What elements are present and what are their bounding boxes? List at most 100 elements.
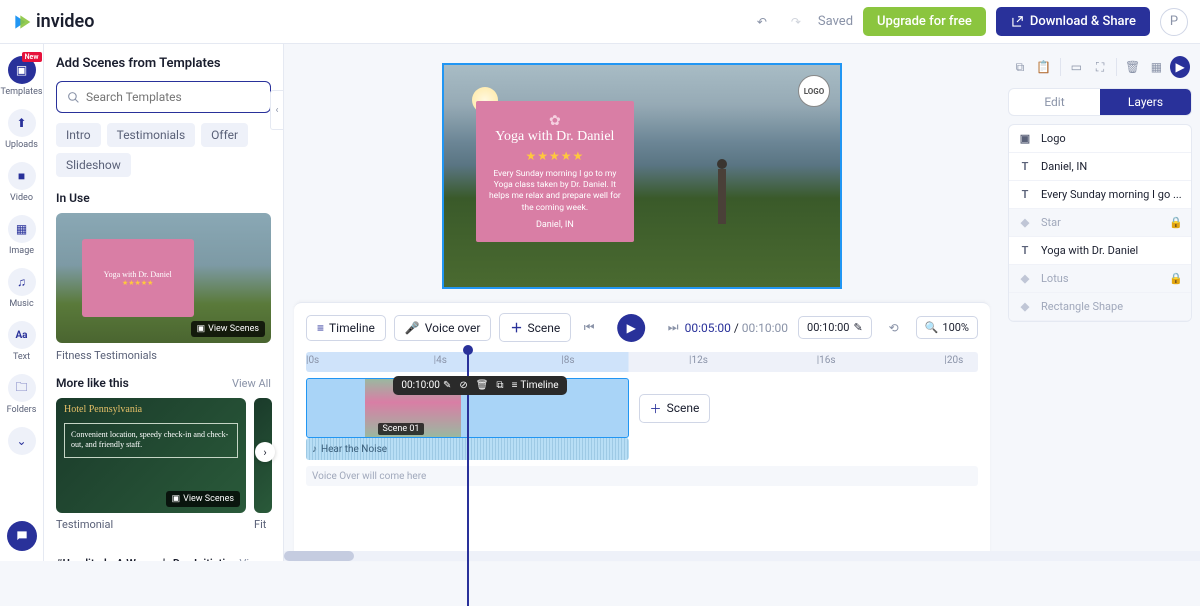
card-body: Every Sunday morning I go to my Yoga cla… (486, 169, 624, 215)
horizontal-scrollbar[interactable] (284, 551, 1200, 561)
duration-pill[interactable]: 00:10:00 ✎ (798, 316, 872, 339)
logo-layer-icon: ▣ (1017, 132, 1033, 145)
play-layer-button[interactable]: ▶ (1170, 56, 1190, 78)
next-button[interactable]: ⏭ (661, 316, 685, 340)
clip-toolbar: 00:10:00 ✎ ⊘ 🗑 ⧉ ≡ Timeline (393, 376, 566, 395)
paste-button[interactable]: 📋 (1034, 56, 1054, 78)
nav-image[interactable]: ▦Image (0, 209, 44, 262)
star-rating: ★★★★★ (486, 149, 624, 163)
hotel-quote: Convenient location, speedy check-in and… (64, 423, 238, 458)
redo-button[interactable]: ↷ (784, 10, 808, 34)
music-icon: ♫ (8, 268, 36, 296)
download-share-button[interactable]: Download & Share (996, 7, 1150, 36)
nav-video[interactable]: ■Video (0, 156, 44, 209)
in-use-heading: In Use (56, 191, 90, 205)
scroll-right-button[interactable]: › (255, 442, 275, 462)
card-overlay: Yoga with Dr. Daniel ★★★★★ (82, 239, 194, 317)
chip-offer[interactable]: Offer (201, 123, 248, 147)
person-figure (707, 159, 737, 269)
card-caption: Testimonial (56, 518, 246, 535)
zoom-pill[interactable]: 🔍 100% (916, 316, 978, 339)
upload-icon: ⬆ (8, 109, 36, 137)
align-button[interactable]: ▭ (1066, 56, 1086, 78)
layers-panel: ⧉ 📋 ▭ ⛶ 🗑 ▦ ▶ Edit Layers ▣Logo TDaniel,… (1000, 44, 1200, 561)
voiceover-button[interactable]: 🎤Voice over (394, 315, 492, 341)
clip-crop-button[interactable]: ⊘ (459, 380, 467, 391)
chevron-down-icon: ⌄ (8, 427, 36, 455)
brand-text: invideo (36, 11, 94, 32)
chip-intro[interactable]: Intro (56, 123, 101, 147)
card-caption: Fitness Testimonials (56, 349, 271, 362)
nav-music[interactable]: ♫Music (0, 262, 44, 315)
time-ruler[interactable]: |0s |4s |8s |12s |16s |20s (306, 352, 978, 372)
chip-testimonials[interactable]: Testimonials (107, 123, 196, 147)
timeline-panel: ≡Timeline 🎤Voice over ＋Scene ⏮ ▶ ⏭ 00:05… (294, 302, 990, 561)
prev-button[interactable]: ⏮ (577, 316, 601, 340)
new-badge: New (22, 52, 42, 62)
text-layer-icon: T (1017, 188, 1033, 201)
tab-edit[interactable]: Edit (1009, 89, 1100, 115)
play-button[interactable]: ▶ (617, 314, 645, 342)
chip-slideshow[interactable]: Slideshow (56, 153, 131, 177)
view-all-link[interactable]: View All (232, 377, 271, 390)
layer-daniel[interactable]: TDaniel, IN (1009, 153, 1191, 181)
loop-button[interactable]: ⟲ (882, 316, 906, 340)
grid-button[interactable]: ▦ (1147, 56, 1167, 78)
nav-templates[interactable]: New ▣ Templates (0, 50, 44, 103)
layer-yoga[interactable]: TYoga with Dr. Daniel (1009, 237, 1191, 265)
resize-button[interactable]: ⛶ (1090, 56, 1110, 78)
voiceover-track[interactable]: Voice Over will come here (306, 466, 978, 486)
image-icon: ▦ (8, 215, 36, 243)
template-card-hotel[interactable]: Hotel Pennsylvania Convenient location, … (56, 398, 246, 513)
clip-duplicate-button[interactable]: ⧉ (496, 380, 503, 391)
undo-button[interactable]: ↶ (750, 10, 774, 34)
search-icon (67, 91, 80, 104)
video-icon: ■ (8, 162, 36, 190)
view-scenes-button[interactable]: ▣ View Scenes (191, 321, 265, 337)
chat-icon (15, 529, 29, 543)
campaign-row: #Unedited - A Women's Day Initiative Vie… (56, 557, 271, 561)
copy-button[interactable]: ⧉ (1010, 56, 1030, 78)
template-card-fitness[interactable]: Yoga with Dr. Daniel ★★★★★ ▣ View Scenes (56, 213, 271, 343)
layer-star[interactable]: ◆Star🔒 (1009, 209, 1191, 237)
layer-every[interactable]: TEvery Sunday morning I go ... (1009, 181, 1191, 209)
logo-placeholder[interactable]: LOGO (798, 75, 830, 107)
clip-duration[interactable]: 00:10:00 ✎ (401, 380, 451, 391)
nav-folders[interactable]: 🗀Folders (0, 368, 44, 421)
panel-heading: Add Scenes from Templates (56, 56, 271, 71)
nav-more[interactable]: ⌄ (0, 421, 44, 461)
nav-text[interactable]: AaText (0, 315, 44, 368)
text-layer-icon: T (1017, 160, 1033, 173)
delete-button[interactable]: 🗑 (1123, 56, 1143, 78)
clip-delete-button[interactable]: 🗑 (476, 380, 489, 391)
timeline-button[interactable]: ≡Timeline (306, 315, 386, 341)
brand-logo[interactable]: invideo (12, 11, 94, 32)
search-templates[interactable] (56, 81, 271, 113)
upgrade-button[interactable]: Upgrade for free (863, 7, 986, 36)
text-icon: Aa (8, 321, 36, 349)
tab-layers[interactable]: Layers (1100, 89, 1191, 115)
video-preview[interactable]: LOGO ✿ Yoga with Dr. Daniel ★★★★★ Every … (442, 63, 842, 289)
topbar: invideo ↶ ↷ Saved Upgrade for free Downl… (0, 0, 1200, 44)
user-avatar[interactable]: P (1160, 8, 1188, 36)
add-scene-inline-button[interactable]: ＋Scene (639, 394, 711, 423)
clip-label: Scene 01 (378, 423, 425, 435)
layer-logo[interactable]: ▣Logo (1009, 125, 1191, 153)
search-input[interactable] (86, 90, 260, 104)
folder-icon: 🗀 (8, 374, 36, 402)
card-title: Yoga with Dr. Daniel (486, 129, 624, 145)
text-layer-icon: T (1017, 244, 1033, 257)
card-author: Daniel, IN (486, 220, 624, 230)
nav-uploads[interactable]: ⬆Uploads (0, 103, 44, 156)
layer-rect[interactable]: ◆Rectangle Shape (1009, 293, 1191, 321)
save-status: Saved (818, 14, 853, 29)
clip-timeline-button[interactable]: ≡ Timeline (512, 380, 559, 391)
add-scene-button[interactable]: ＋Scene (499, 313, 571, 342)
collapse-panel-button[interactable]: ‹ (270, 90, 284, 130)
view-scenes-button[interactable]: ▣ View Scenes (166, 491, 240, 507)
testimonial-card[interactable]: ✿ Yoga with Dr. Daniel ★★★★★ Every Sunda… (476, 101, 634, 243)
time-display: 00:05:00 / 00:10:00 (685, 321, 788, 335)
more-heading: More like this (56, 376, 129, 390)
layer-lotus[interactable]: ◆Lotus🔒 (1009, 265, 1191, 293)
chat-button[interactable] (7, 521, 37, 551)
